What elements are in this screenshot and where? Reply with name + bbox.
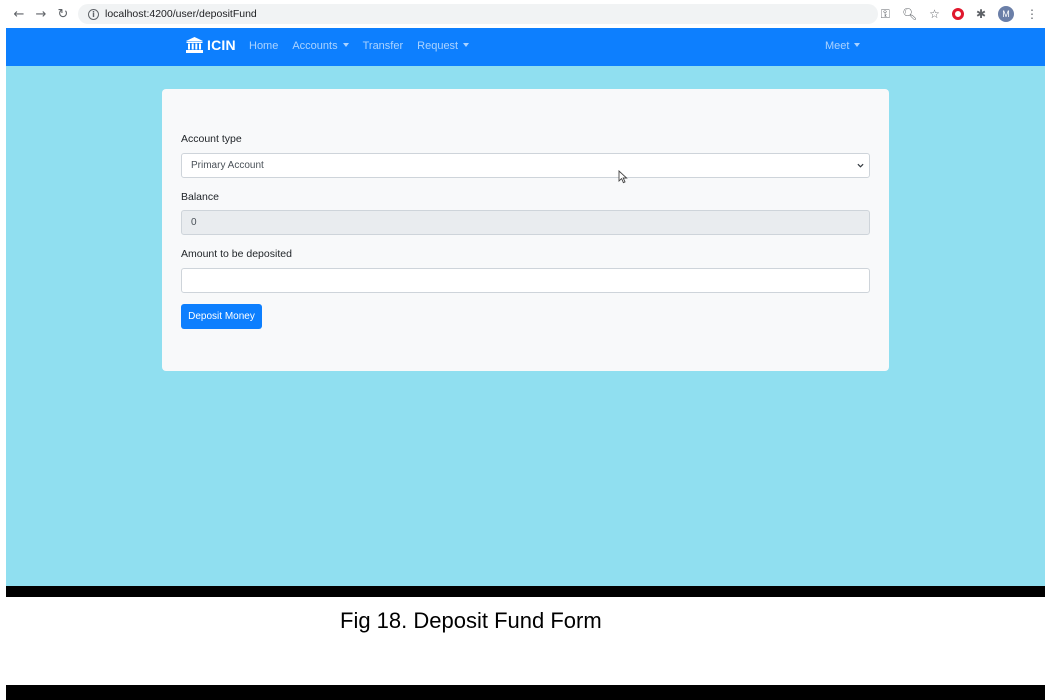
balance-field: 0: [181, 210, 870, 235]
bank-icon: [186, 37, 203, 53]
app-viewport: ICIN Home Accounts Transfer Request Meet…: [6, 28, 1045, 586]
forward-icon[interactable]: →: [32, 5, 50, 23]
info-icon[interactable]: i: [88, 8, 99, 20]
nav-home[interactable]: Home: [249, 40, 278, 52]
nav-transfer[interactable]: Transfer: [363, 40, 404, 52]
amount-label: Amount to be deposited: [181, 248, 292, 260]
divider-bar: [6, 586, 1045, 597]
account-type-value: Primary Account: [191, 160, 264, 171]
url-text: localhost:4200/user/depositFund: [105, 8, 257, 20]
chevron-down-icon: [857, 163, 864, 168]
extensions-icon[interactable]: ✱: [976, 4, 986, 24]
balance-value: 0: [191, 217, 197, 228]
user-menu-dropdown[interactable]: Meet: [825, 40, 860, 52]
browser-actions: ⚿ 🔍︎ ☆ ✱ M ⋮: [881, 4, 1038, 24]
key-icon[interactable]: ⚿: [881, 4, 890, 24]
back-icon[interactable]: ←: [10, 5, 28, 23]
nav-request-label: Request: [417, 40, 459, 52]
deposit-form-card: Account type Primary Account Balance 0 A…: [162, 89, 889, 371]
nav-accounts-dropdown[interactable]: Accounts: [292, 40, 348, 52]
balance-label: Balance: [181, 191, 219, 203]
nav-links: Home Accounts Transfer Request: [249, 40, 469, 52]
zoom-icon[interactable]: 🔍︎: [902, 4, 917, 24]
mouse-cursor-icon: [618, 170, 628, 184]
nav-request-dropdown[interactable]: Request: [417, 40, 469, 52]
deposit-money-button[interactable]: Deposit Money: [181, 304, 262, 329]
menu-icon[interactable]: ⋮: [1026, 4, 1038, 24]
browser-toolbar: ← → ↻ i localhost:4200/user/depositFund …: [0, 0, 1050, 28]
user-name: Meet: [825, 40, 850, 52]
account-type-select[interactable]: Primary Account: [181, 153, 870, 178]
star-icon[interactable]: ☆: [929, 4, 940, 24]
nav-accounts-label: Accounts: [292, 40, 338, 52]
address-bar[interactable]: i localhost:4200/user/depositFund: [78, 4, 878, 24]
profile-avatar[interactable]: M: [998, 6, 1014, 22]
reload-icon[interactable]: ↻: [54, 5, 72, 23]
brand[interactable]: ICIN: [186, 37, 236, 53]
figure-caption: Fig 18. Deposit Fund Form: [340, 608, 602, 633]
opera-icon[interactable]: [951, 8, 964, 20]
brand-name: ICIN: [207, 37, 236, 53]
navbar: ICIN Home Accounts Transfer Request Meet: [6, 28, 1045, 66]
account-type-label: Account type: [181, 133, 242, 145]
divider-bar-bottom: [6, 685, 1045, 700]
amount-input[interactable]: [181, 268, 870, 293]
